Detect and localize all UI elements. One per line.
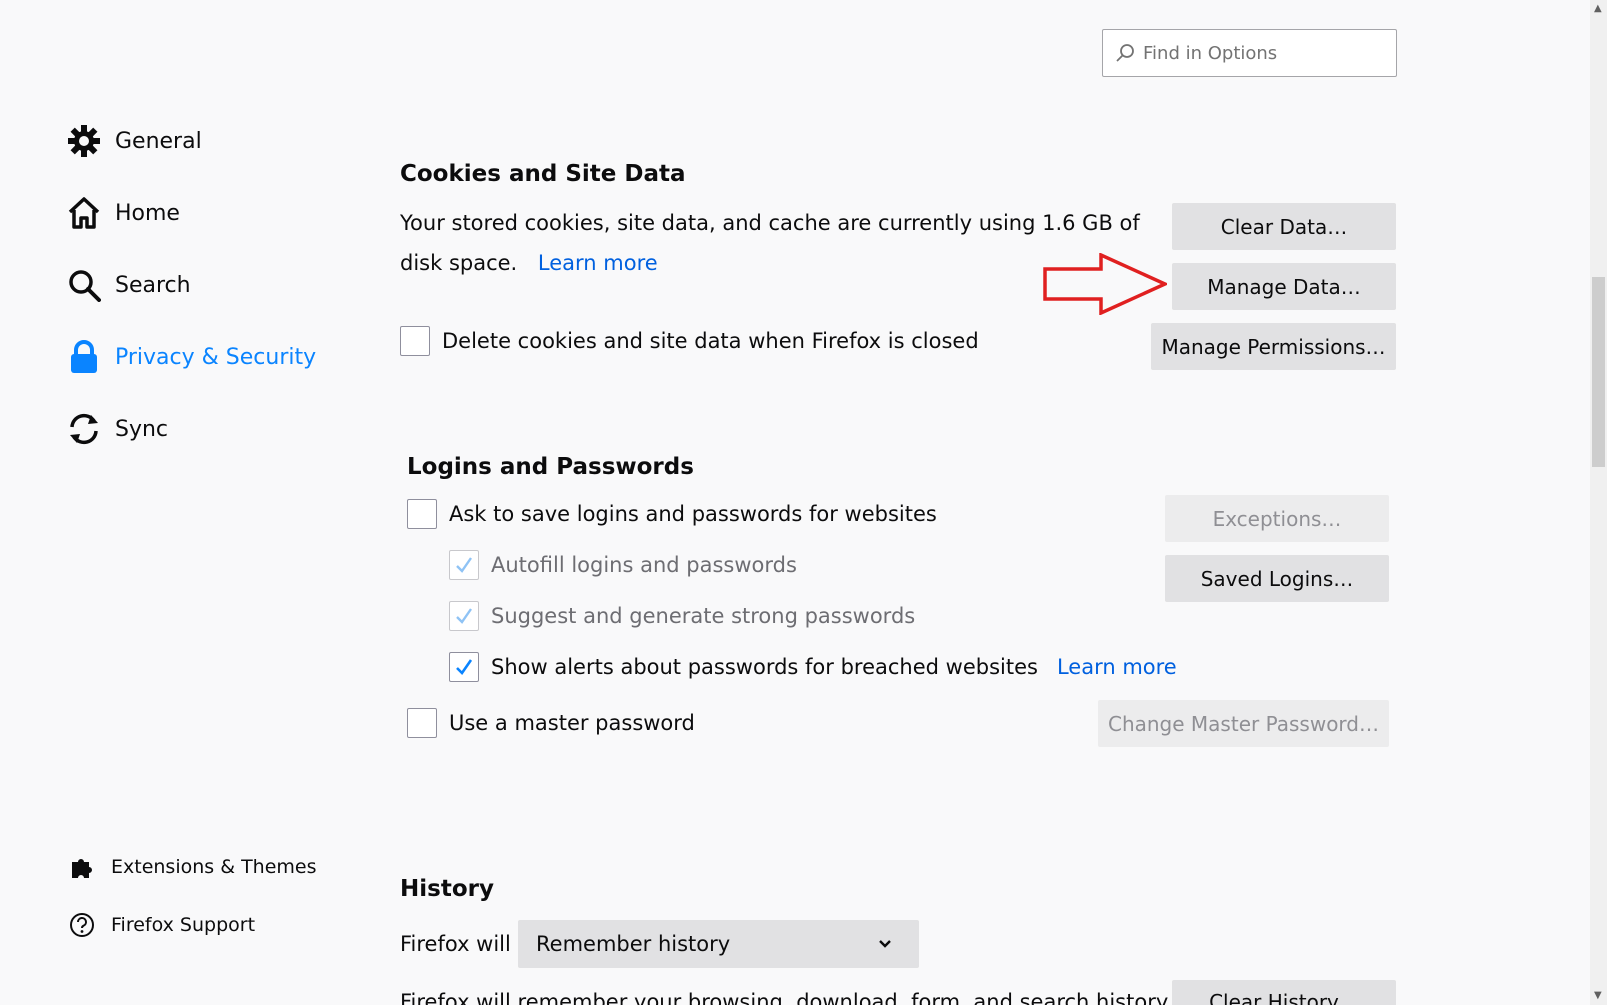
master-password-row[interactable]: Use a master password (407, 708, 695, 738)
sidebar-item-sync[interactable]: Sync (66, 411, 168, 447)
puzzle-icon (66, 851, 98, 883)
sidebar-item-home[interactable]: Home (66, 195, 180, 231)
autofill-checkbox[interactable] (449, 550, 479, 580)
saved-logins-button[interactable]: Saved Logins… (1165, 555, 1389, 602)
autofill-row[interactable]: Autofill logins and passwords (449, 550, 797, 580)
history-mode-value: Remember history (536, 932, 731, 956)
delete-cookies-label: Delete cookies and site data when Firefo… (442, 329, 979, 353)
red-arrow-annotation (1043, 253, 1167, 315)
scroll-down-arrow-icon[interactable]: ▼ (1594, 991, 1604, 1001)
sidebar-item-label: Search (115, 272, 191, 298)
logins-section-title: Logins and Passwords (407, 454, 694, 480)
cookies-description-block: Your stored cookies, site data, and cach… (400, 203, 1140, 283)
cookies-description: Your stored cookies, site data, and cach… (400, 211, 1140, 275)
clear-data-button[interactable]: Clear Data… (1172, 203, 1396, 250)
sidebar-firefox-support[interactable]: Firefox Support (66, 909, 255, 941)
find-in-options-box[interactable] (1102, 29, 1397, 77)
sidebar-item-label: Privacy & Security (115, 344, 317, 370)
suggest-passwords-checkbox[interactable] (449, 601, 479, 631)
sidebar-footer-label: Extensions & Themes (111, 856, 317, 878)
checkmark-icon (456, 659, 473, 676)
ask-save-logins-checkbox[interactable] (407, 499, 437, 529)
delete-cookies-row[interactable]: Delete cookies and site data when Firefo… (400, 326, 979, 356)
sync-icon (66, 411, 102, 447)
sidebar-item-label: General (115, 128, 202, 154)
sidebar-item-general[interactable]: General (66, 123, 202, 159)
manage-permissions-button[interactable]: Manage Permissions… (1151, 323, 1396, 370)
delete-cookies-checkbox[interactable] (400, 326, 430, 356)
ask-save-logins-row[interactable]: Ask to save logins and passwords for web… (407, 499, 937, 529)
help-icon (66, 909, 98, 941)
breach-alerts-label: Show alerts about passwords for breached… (491, 655, 1038, 679)
master-password-checkbox[interactable] (407, 708, 437, 738)
checkmark-icon (456, 608, 472, 624)
autofill-label: Autofill logins and passwords (491, 553, 797, 577)
vertical-scrollbar[interactable]: ▲ ▼ (1590, 0, 1607, 1005)
suggest-passwords-row[interactable]: Suggest and generate strong passwords (449, 601, 915, 631)
clear-history-button[interactable]: Clear History… (1172, 980, 1396, 1005)
exceptions-button[interactable]: Exceptions… (1165, 495, 1389, 542)
find-in-options-input[interactable] (1143, 42, 1383, 64)
sidebar-footer-label: Firefox Support (111, 914, 256, 936)
chevron-down-icon (879, 940, 891, 948)
sidebar-item-label: Sync (115, 416, 169, 442)
sidebar-extensions-themes[interactable]: Extensions & Themes (66, 851, 317, 883)
sidebar-item-privacy-security[interactable]: Privacy & Security (66, 339, 316, 375)
scroll-up-arrow-icon[interactable]: ▲ (1594, 4, 1604, 14)
history-section-title: History (400, 876, 494, 902)
preferences-page: General Home Search Privacy & Security (0, 0, 1607, 1005)
home-icon (66, 195, 102, 231)
manage-data-button[interactable]: Manage Data… (1172, 263, 1396, 310)
master-password-label: Use a master password (449, 711, 695, 735)
gear-icon (66, 123, 102, 159)
search-icon (66, 267, 102, 303)
breach-alerts-row[interactable]: Show alerts about passwords for breached… (449, 652, 1177, 682)
lock-icon (66, 339, 102, 375)
breach-learn-more-link[interactable]: Learn more (1057, 655, 1177, 679)
checkmark-icon (456, 557, 472, 573)
change-master-password-button[interactable]: Change Master Password… (1098, 700, 1389, 747)
breach-alerts-checkbox[interactable] (449, 652, 479, 682)
history-mode-select[interactable]: Remember history (518, 920, 919, 968)
history-description: Firefox will remember your browsing, dow… (400, 990, 1172, 1005)
cookies-learn-more-link[interactable]: Learn more (538, 251, 658, 275)
scrollbar-thumb[interactable] (1592, 277, 1605, 467)
search-icon (1116, 44, 1134, 62)
sidebar-item-label: Home (115, 200, 180, 226)
firefox-will-label: Firefox will (400, 932, 511, 956)
cookies-section-title: Cookies and Site Data (400, 161, 686, 187)
suggest-passwords-label: Suggest and generate strong passwords (491, 604, 916, 628)
ask-save-logins-label: Ask to save logins and passwords for web… (449, 502, 937, 526)
sidebar-item-search[interactable]: Search (66, 267, 191, 303)
